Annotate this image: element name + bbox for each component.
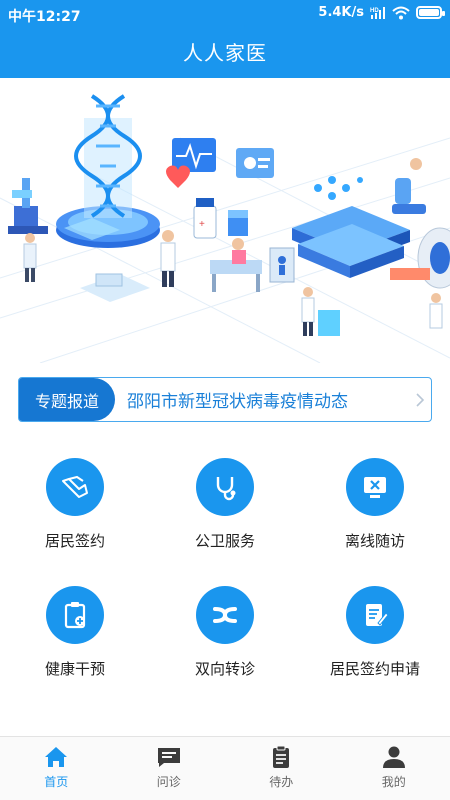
medicine-bottle: + bbox=[193, 198, 217, 239]
home-icon bbox=[45, 747, 68, 767]
service-label: 双向转诊 bbox=[194, 660, 255, 678]
molecule-model bbox=[314, 176, 363, 200]
topic-tag: 专题报道 bbox=[19, 378, 115, 421]
page-title: 人人家医 bbox=[183, 41, 267, 65]
wifi-icon bbox=[392, 6, 410, 19]
signal-icon: HD bbox=[370, 6, 385, 19]
hospital-bed bbox=[210, 238, 262, 292]
service-label: 离线随访 bbox=[344, 532, 405, 550]
doctor-figure-right bbox=[301, 287, 315, 336]
tab-home[interactable]: 首页 bbox=[0, 737, 113, 800]
tab-label: 待办 bbox=[269, 775, 294, 789]
clipboard-plus-icon bbox=[46, 586, 104, 644]
app-header: 人人家医 bbox=[0, 30, 450, 78]
hero-banner[interactable]: + bbox=[0, 78, 450, 363]
todo-clipboard-icon bbox=[273, 745, 290, 768]
dental-chair bbox=[392, 158, 426, 214]
app-root: 中午12:27 5.4K/s HD 人人家医 + 专题报道 邵阳市新型冠状病毒疫… bbox=[0, 0, 450, 800]
topic-headline[interactable]: 邵阳市新型冠状病毒疫情动态 bbox=[115, 387, 409, 412]
status-bar: 中午12:27 5.4K/s HD bbox=[0, 0, 450, 30]
service-label: 居民签约申请 bbox=[329, 660, 420, 678]
doctor-figure-left bbox=[23, 233, 37, 282]
battery-icon bbox=[416, 6, 445, 19]
service-two-way-referral[interactable]: 双向转诊 bbox=[150, 586, 300, 686]
status-time: 中午12:27 bbox=[8, 9, 81, 25]
bottom-tab-bar: 首页 问诊 待办 我的 bbox=[0, 736, 450, 800]
medical-screen bbox=[236, 148, 274, 178]
tab-label: 问诊 bbox=[156, 775, 181, 789]
chat-icon bbox=[157, 748, 180, 767]
user-icon bbox=[382, 746, 405, 768]
service-public-health[interactable]: 公卫服务 bbox=[150, 458, 300, 558]
handshake-icon bbox=[46, 458, 104, 516]
tab-consult[interactable]: 问诊 bbox=[113, 737, 226, 800]
service-resident-sign[interactable]: 居民签约 bbox=[0, 458, 150, 558]
service-label: 健康干预 bbox=[44, 660, 105, 678]
sign-document-icon bbox=[346, 586, 404, 644]
microscope bbox=[8, 178, 48, 234]
service-health-intervention[interactable]: 健康干预 bbox=[0, 586, 150, 686]
tab-todo[interactable]: 待办 bbox=[225, 737, 338, 800]
offline-monitor-icon bbox=[346, 458, 404, 516]
heart-monitor bbox=[166, 138, 216, 188]
service-sign-application[interactable]: 居民签约申请 bbox=[300, 586, 450, 686]
referral-icon bbox=[196, 586, 254, 644]
service-label: 居民签约 bbox=[44, 532, 105, 550]
status-right: 5.4K/s HD bbox=[318, 5, 445, 20]
tab-label: 首页 bbox=[44, 775, 69, 789]
network-speed: 5.4K/s bbox=[318, 5, 364, 20]
svg-text:HD: HD bbox=[370, 8, 379, 14]
medical-isometric-illustration: + bbox=[0, 94, 450, 363]
stethoscope-icon bbox=[196, 458, 254, 516]
cyan-box bbox=[318, 310, 340, 336]
topic-news-banner[interactable]: 专题报道 邵阳市新型冠状病毒疫情动态 bbox=[18, 377, 432, 422]
chevron-right-icon[interactable] bbox=[409, 378, 431, 421]
doctor-figure-center bbox=[160, 230, 176, 287]
xray-lightbox bbox=[269, 247, 295, 283]
tab-label: 我的 bbox=[381, 775, 406, 789]
book-stack-platform bbox=[292, 206, 410, 278]
service-label: 公卫服务 bbox=[194, 532, 255, 550]
nurse-figure-far-right bbox=[429, 293, 443, 329]
svg-text:+: + bbox=[199, 219, 205, 230]
service-offline-followup[interactable]: 离线随访 bbox=[300, 458, 450, 558]
tab-mine[interactable]: 我的 bbox=[338, 737, 450, 800]
blue-cube bbox=[228, 216, 248, 236]
